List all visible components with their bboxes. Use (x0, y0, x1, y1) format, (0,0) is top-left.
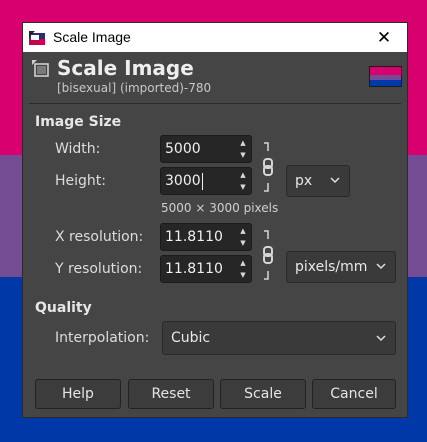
spin-down-arrow-icon[interactable]: ▼ (237, 149, 249, 161)
title-bar[interactable]: Scale Image ✕ (23, 23, 407, 52)
width-value: 5000 (165, 141, 201, 157)
spin-up-arrow-icon[interactable]: ▲ (237, 169, 249, 181)
quality-heading: Quality (35, 300, 92, 316)
spin-down-arrow-icon[interactable]: ▼ (237, 237, 249, 249)
y-resolution-label: Y resolution: (55, 261, 143, 277)
y-resolution-spinbox[interactable]: 11.8110 ▲ ▼ (160, 255, 252, 283)
image-thumbnail (369, 66, 402, 87)
y-resolution-value: 11.8110 (165, 261, 223, 277)
gimp-scale-icon (29, 31, 45, 45)
text-cursor (202, 173, 203, 190)
resolution-unit-dropdown[interactable]: pixels/mm (286, 251, 396, 283)
chevron-down-icon (376, 335, 386, 342)
interpolation-dropdown[interactable]: Cubic (162, 321, 396, 355)
height-value: 3000 (165, 173, 201, 189)
pixel-dimensions-info: 5000 × 3000 pixels (161, 201, 279, 215)
image-name: [bisexual] (imported)-780 (57, 81, 212, 95)
chevron-down-icon (376, 263, 386, 270)
size-unit-dropdown[interactable]: px (286, 165, 350, 197)
scale-image-dialog: Scale Image ✕ Scale Image [bisexual] (im… (22, 22, 408, 418)
close-button[interactable]: ✕ (361, 23, 407, 52)
spin-down-arrow-icon[interactable]: ▼ (237, 269, 249, 281)
help-button[interactable]: Help (35, 379, 121, 409)
close-icon: ✕ (376, 27, 392, 48)
width-label: Width: (55, 141, 101, 157)
height-spinbox[interactable]: 3000 ▲ ▼ (160, 167, 252, 195)
spin-up-arrow-icon[interactable]: ▲ (237, 225, 249, 237)
interpolation-label: Interpolation: (55, 330, 150, 346)
x-resolution-label: X resolution: (55, 229, 144, 245)
width-spinbox[interactable]: 5000 ▲ ▼ (160, 135, 252, 163)
spin-up-arrow-icon[interactable]: ▲ (237, 137, 249, 149)
chain-link-icon[interactable] (261, 141, 275, 195)
dialog-heading: Scale Image (57, 56, 194, 80)
height-label: Height: (55, 173, 106, 189)
header-divider (29, 103, 401, 104)
x-resolution-value: 11.8110 (165, 229, 223, 245)
size-unit-value: px (295, 173, 313, 189)
chevron-down-icon (330, 177, 340, 184)
window-title: Scale Image (53, 29, 131, 45)
resolution-unit-value: pixels/mm (295, 259, 368, 275)
x-resolution-spinbox[interactable]: 11.8110 ▲ ▼ (160, 223, 252, 251)
cancel-button[interactable]: Cancel (312, 379, 396, 409)
chain-link-icon[interactable] (261, 229, 275, 283)
spin-down-arrow-icon[interactable]: ▼ (237, 181, 249, 193)
scale-image-icon (32, 60, 49, 77)
spin-up-arrow-icon[interactable]: ▲ (237, 257, 249, 269)
reset-button[interactable]: Reset (128, 379, 214, 409)
interpolation-value: Cubic (171, 330, 211, 346)
scale-button[interactable]: Scale (220, 379, 306, 409)
image-size-heading: Image Size (35, 114, 122, 130)
